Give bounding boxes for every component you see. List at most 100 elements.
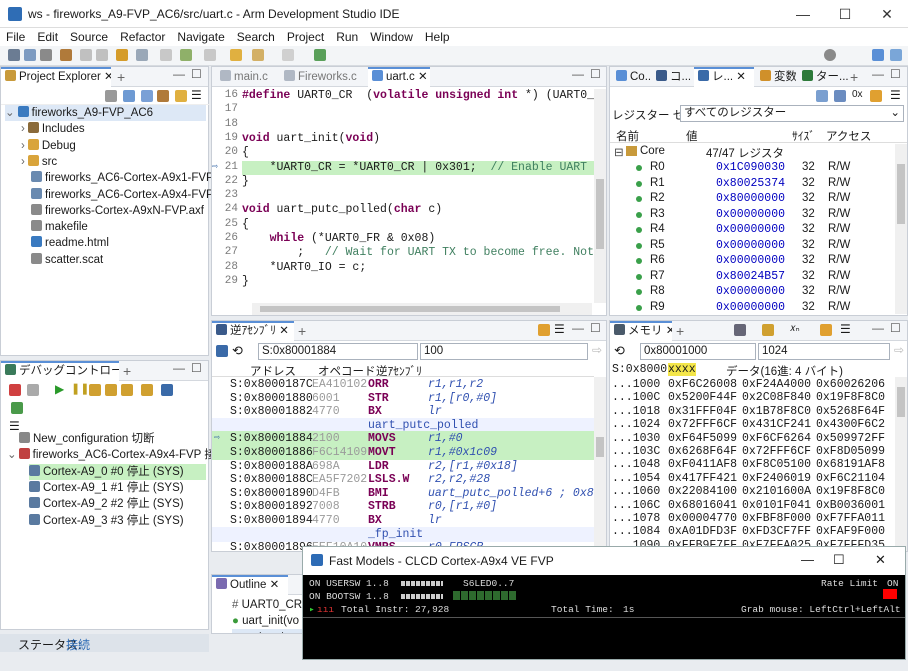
minimize-view-icon[interactable]: — <box>572 321 584 335</box>
perspective-debug-icon[interactable] <box>872 49 884 61</box>
disconnect-icon[interactable] <box>9 384 21 396</box>
tab-main-c[interactable]: main.c <box>216 67 276 87</box>
tab-target[interactable]: ター... <box>798 67 848 87</box>
marker-icon[interactable] <box>204 49 216 61</box>
register-row[interactable]: R4 0x00000000 32 R/W <box>610 222 894 238</box>
chevron-icon[interactable]: ⌄ <box>5 107 15 119</box>
code-line[interactable]: } <box>242 175 594 189</box>
view-menu-icon[interactable]: ☰ <box>890 88 901 102</box>
minimize-button[interactable]: — <box>782 0 824 28</box>
view-menu-icon[interactable]: ☰ <box>840 322 851 336</box>
format-icon[interactable]: 𝑥ₙ <box>790 323 800 334</box>
debug-item[interactable]: Cortex-A9_1 #1 停止 (SYS) <box>29 480 184 496</box>
continue-icon[interactable]: ▶ <box>55 382 64 396</box>
outline-item[interactable]: ● uart_init(vo <box>232 613 299 629</box>
code-line[interactable]: void uart_init(void) <box>242 132 594 146</box>
menu-window[interactable]: Window <box>364 28 419 44</box>
history-icon[interactable]: ⟲ <box>232 343 243 359</box>
code-line[interactable] <box>242 103 594 117</box>
close-button[interactable]: ✕ <box>866 0 908 28</box>
scroll-thumb[interactable] <box>260 306 560 312</box>
tab-memory[interactable]: メモリ ✕ <box>610 321 672 341</box>
code-area[interactable]: 16 #define UART0_CR (volatile unsigned in… <box>212 89 594 303</box>
edit-icon[interactable] <box>160 49 172 61</box>
pin-icon[interactable] <box>870 90 882 102</box>
debug-item[interactable]: New_configuration 切断 <box>7 431 154 447</box>
explorer-item[interactable]: scatter.scat <box>21 252 103 268</box>
connect-icon[interactable] <box>27 384 39 396</box>
maximize-button[interactable]: ☐ <box>824 0 866 28</box>
scroll-thumb[interactable] <box>897 164 905 224</box>
header-name[interactable]: 名前 <box>616 128 639 144</box>
menu-project[interactable]: Project <box>281 28 330 44</box>
outline-item[interactable]: ● uart_putc_p <box>232 629 303 633</box>
header-access[interactable]: アクセス <box>826 128 871 144</box>
registers-vscrollbar[interactable] <box>895 144 907 314</box>
editor-hscrollbar[interactable] <box>252 303 592 315</box>
new-view-icon[interactable]: + <box>123 363 131 379</box>
history-icon[interactable]: ⟲ <box>614 343 625 359</box>
pause-icon[interactable]: ❚❚ <box>71 382 89 395</box>
copy-icon[interactable] <box>96 49 108 61</box>
register-row[interactable]: R5 0x00000000 32 R/W <box>610 238 894 254</box>
new-view-icon[interactable]: + <box>298 323 306 339</box>
menu-navigate[interactable]: Navigate <box>171 28 230 44</box>
pin-icon[interactable] <box>820 324 832 336</box>
rate-limit-toggle[interactable] <box>883 589 897 599</box>
perspective-icon[interactable] <box>314 49 326 61</box>
step-into-icon[interactable] <box>89 384 101 396</box>
explorer-item[interactable]: readme.html <box>21 235 109 251</box>
new-view-icon[interactable]: + <box>117 69 125 85</box>
go-icon[interactable]: ⇨ <box>592 343 602 357</box>
register-row[interactable]: R0 0x1C090030 32 R/W <box>610 160 894 176</box>
tool-icon[interactable] <box>157 90 169 102</box>
debug-item[interactable]: ⌄ fireworks_AC6-Cortex-A9x4-FVP 接続 <box>7 447 227 463</box>
link-editor-icon[interactable] <box>123 90 135 102</box>
tab-registers[interactable]: レ... ✕ <box>694 67 754 87</box>
explorer-item[interactable]: ⌄ fireworks_A9-FVP_AC6 <box>5 105 206 121</box>
menu-source[interactable]: Source <box>64 28 114 44</box>
menu-run[interactable]: Run <box>330 28 364 44</box>
debug-item[interactable]: Cortex-A9_0 #0 停止 (SYS) <box>29 463 206 480</box>
maximize-view-icon[interactable]: ☐ <box>890 321 901 335</box>
outline-item[interactable]: # UART0_CR <box>232 597 302 613</box>
code-line[interactable]: } <box>242 275 594 289</box>
code-line[interactable]: *UART0_CR = *UART0_CR | 0x301; // Enable… <box>242 160 594 175</box>
code-line[interactable] <box>242 189 594 203</box>
maximize-view-icon[interactable]: ☐ <box>191 361 202 375</box>
open-folder-icon[interactable] <box>116 49 128 61</box>
explorer-item[interactable]: › Debug <box>21 138 76 154</box>
debug-icon[interactable] <box>40 49 52 61</box>
close-button[interactable]: ✕ <box>875 552 886 568</box>
editor-vscrollbar[interactable] <box>594 89 606 303</box>
tab-variables[interactable]: 変数 <box>756 67 796 87</box>
forward-icon[interactable] <box>282 49 294 61</box>
chevron-icon[interactable]: › <box>21 140 25 152</box>
menu-search[interactable]: Search <box>231 28 281 44</box>
minimize-button[interactable]: — <box>801 552 814 567</box>
code-line[interactable]: { <box>242 218 594 232</box>
search-icon[interactable] <box>824 49 836 61</box>
register-row[interactable]: R9 0x00000000 32 R/W <box>610 300 894 316</box>
chevron-icon[interactable]: ⌄ <box>7 449 17 461</box>
register-row[interactable]: R8 0x00000000 32 R/W <box>610 284 894 300</box>
tab-project-explorer[interactable]: Project Explorer ✕ <box>1 67 111 87</box>
code-line[interactable]: while (*UART0_FR & 0x08) <box>242 232 594 246</box>
view-menu-icon[interactable]: ☰ <box>191 88 202 102</box>
register-set-select[interactable]: すべてのレジスター ⌄ <box>680 105 904 122</box>
pin-icon[interactable] <box>538 324 550 336</box>
tab-uart-c[interactable]: uart.c ✕ <box>368 67 430 87</box>
new-view-icon[interactable]: + <box>850 69 858 85</box>
link-icon[interactable] <box>161 384 173 396</box>
register-row[interactable]: R7 0x80024B57 32 R/W <box>610 269 894 285</box>
header-value[interactable]: 値 <box>686 128 698 144</box>
menu-file[interactable]: File <box>0 28 31 44</box>
bootsw-switches[interactable] <box>401 594 443 599</box>
refresh-icon[interactable] <box>816 90 828 102</box>
minimize-view-icon[interactable]: — <box>872 67 884 81</box>
menu-edit[interactable]: Edit <box>31 28 64 44</box>
minimize-view-icon[interactable]: — <box>173 67 185 81</box>
maximize-view-icon[interactable]: ☐ <box>890 67 901 81</box>
header-size[interactable]: ｻｲｽﾞ <box>792 128 815 144</box>
minimize-view-icon[interactable]: — <box>572 67 584 81</box>
